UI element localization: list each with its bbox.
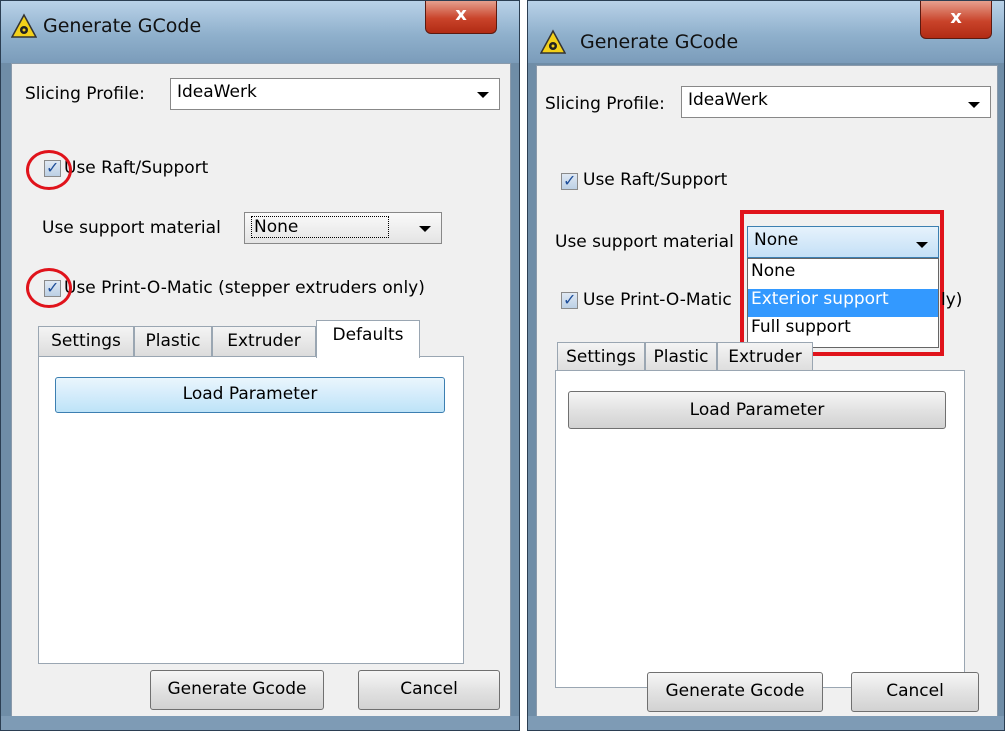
use-printomatic-checkbox[interactable]: ✓	[561, 290, 578, 309]
title-bar[interactable]: Generate GCode x	[528, 1, 1004, 63]
slicing-profile-label: Slicing Profile:	[545, 94, 665, 114]
checkmark-icon: ✓	[563, 290, 577, 309]
slicing-profile-select[interactable]: IdeaWerk	[170, 78, 500, 110]
support-material-select[interactable]: None	[244, 212, 442, 244]
red-circle-annotation	[26, 150, 72, 190]
red-circle-annotation	[26, 268, 72, 308]
generate-gcode-button[interactable]: Generate Gcode	[647, 672, 823, 712]
right-dialog-window: Generate GCode x Slicing Profile: IdeaWe…	[527, 0, 1005, 731]
slicing-profile-value: IdeaWerk	[177, 82, 257, 102]
tab-plastic[interactable]: Plastic	[645, 342, 717, 372]
tab-strip: Settings Plastic Extruder	[557, 336, 917, 372]
red-box-annotation	[740, 210, 944, 356]
window-border	[528, 716, 1004, 730]
warning-triangle-icon	[11, 13, 37, 38]
tab-extruder[interactable]: Extruder	[212, 326, 316, 356]
close-button[interactable]: x	[920, 1, 992, 39]
left-dialog-window: Generate GCode x Slicing Profile: IdeaWe…	[0, 0, 520, 731]
close-button[interactable]: x	[425, 1, 497, 34]
warning-triangle-icon	[540, 29, 566, 54]
use-printomatic-label: Use Print-O-Matic (stepper extruders onl…	[64, 278, 425, 298]
cancel-button[interactable]: Cancel	[358, 670, 500, 710]
chevron-down-icon	[477, 92, 489, 98]
title-bar[interactable]: Generate GCode x	[1, 1, 519, 63]
chevron-down-icon	[419, 226, 431, 232]
close-icon: x	[950, 7, 962, 28]
dialog-client-area: Slicing Profile: IdeaWerk ✓ Use Raft/Sup…	[11, 63, 511, 718]
tab-strip: Settings Plastic Extruder Defaults	[38, 320, 458, 358]
chevron-down-icon	[968, 102, 980, 108]
slicing-profile-label: Slicing Profile:	[25, 84, 145, 104]
load-parameter-button[interactable]: Load Parameter	[568, 391, 946, 429]
tab-panel: Load Parameter	[555, 370, 965, 688]
checkmark-icon: ✓	[563, 171, 577, 190]
use-printomatic-label-end: ly)	[941, 290, 963, 310]
slicing-profile-value: IdeaWerk	[688, 90, 768, 110]
window-title: Generate GCode	[580, 31, 739, 53]
window-border	[1, 716, 519, 730]
use-printomatic-label: Use Print-O-Matic	[583, 290, 732, 310]
use-raft-checkbox[interactable]: ✓	[561, 171, 578, 190]
support-material-value: None	[251, 216, 390, 238]
tab-settings[interactable]: Settings	[38, 326, 134, 356]
use-raft-label: Use Raft/Support	[583, 170, 728, 190]
tab-defaults[interactable]: Defaults	[316, 320, 420, 358]
tab-extruder[interactable]: Extruder	[717, 342, 813, 372]
dialog-client-area: Slicing Profile: IdeaWerk ✓ Use Raft/Sup…	[536, 65, 998, 721]
cancel-button[interactable]: Cancel	[851, 672, 979, 712]
slicing-profile-select[interactable]: IdeaWerk	[681, 86, 991, 118]
support-material-label: Use support material	[555, 232, 734, 252]
close-icon: x	[455, 4, 467, 25]
window-title: Generate GCode	[43, 15, 202, 37]
generate-gcode-button[interactable]: Generate Gcode	[150, 670, 324, 710]
support-material-label: Use support material	[42, 218, 221, 238]
load-parameter-button[interactable]: Load Parameter	[55, 377, 445, 413]
use-raft-label: Use Raft/Support	[64, 158, 209, 178]
tab-plastic[interactable]: Plastic	[134, 326, 212, 356]
tab-settings[interactable]: Settings	[557, 342, 645, 372]
tab-panel: Load Parameter	[38, 356, 464, 664]
